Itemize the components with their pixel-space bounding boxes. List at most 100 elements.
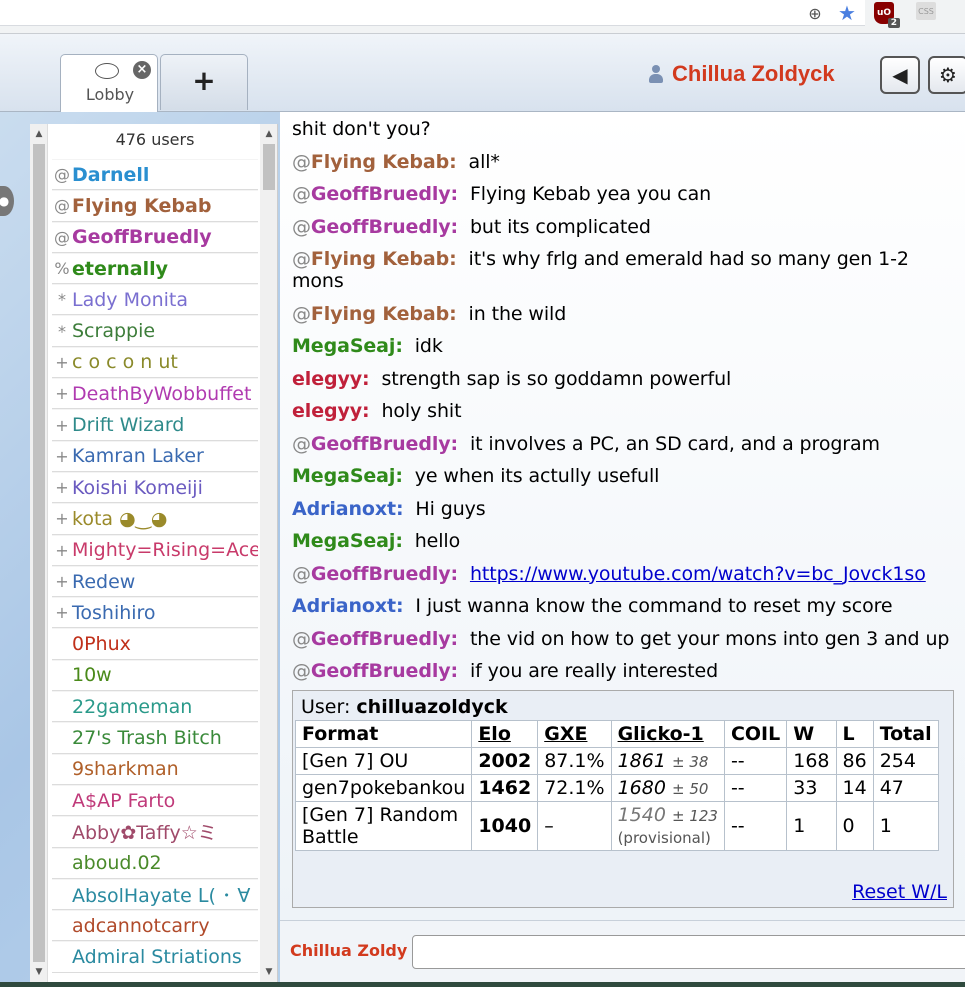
message-author[interactable]: elegyy: xyxy=(292,368,370,390)
address-bar[interactable] xyxy=(0,0,865,26)
user-name[interactable]: DeathByWobbuffet xyxy=(72,383,251,405)
user-list-item[interactable]: + Toshihiro xyxy=(52,597,258,629)
author-name[interactable]: Adrianoxt: xyxy=(292,498,404,520)
close-icon[interactable]: × xyxy=(133,61,151,79)
user-list-item[interactable]: 0Phux xyxy=(52,628,258,660)
user-list-item[interactable]: + Kamran Laker xyxy=(52,440,258,472)
ublock-extension-icon[interactable]: uO 2 xyxy=(874,2,900,28)
message-author[interactable]: Adrianoxt: xyxy=(292,595,404,617)
user-name[interactable]: eternally xyxy=(72,258,168,280)
user-list-item[interactable]: @ Darnell xyxy=(52,159,258,191)
message-author[interactable]: @Flying Kebab: xyxy=(292,248,457,270)
user-name[interactable]: 10w xyxy=(72,664,112,686)
user-name[interactable]: kota ◕‿◕ xyxy=(72,508,168,530)
css-extension-icon[interactable]: CSS xyxy=(916,2,936,20)
user-name[interactable]: A$AP Farto xyxy=(72,790,175,812)
user-list-item[interactable]: Admiral Striations xyxy=(52,941,258,973)
scroll-thumb[interactable] xyxy=(33,144,45,962)
bookmark-star-icon[interactable]: ★ xyxy=(836,1,858,25)
user-name[interactable]: aboud.02 xyxy=(72,852,162,874)
author-name[interactable]: MegaSeaj: xyxy=(292,335,403,357)
message-author[interactable]: MegaSeaj: xyxy=(292,465,403,487)
message-author[interactable]: @Flying Kebab: xyxy=(292,303,457,325)
author-name[interactable]: MegaSeaj: xyxy=(292,530,403,552)
user-list-item[interactable]: 10w xyxy=(52,659,258,692)
user-name[interactable]: 27's Trash Bitch xyxy=(72,727,222,749)
user-list-item[interactable]: Abby✿Taffy☆ミ xyxy=(52,816,258,848)
user-name[interactable]: Admiral Striations xyxy=(72,946,242,968)
user-list-item[interactable]: + Redew xyxy=(52,565,258,598)
user-list-item[interactable]: AbsolHayate ᒪ( ･ ∀ xyxy=(52,878,258,911)
author-name[interactable]: elegyy: xyxy=(292,400,370,422)
user-list-item[interactable]: aboud.02 xyxy=(52,847,258,879)
user-list-item[interactable]: 27's Trash Bitch xyxy=(52,722,258,754)
userlist-scrollbar[interactable]: ▲ ▼ xyxy=(260,124,277,982)
scroll-up-icon[interactable]: ▲ xyxy=(260,126,277,142)
collapse-handle-icon[interactable]: ● xyxy=(0,186,14,216)
author-name[interactable]: Adrianoxt: xyxy=(292,595,404,617)
author-name[interactable]: GeoffBruedly: xyxy=(311,628,458,650)
user-name[interactable]: GeoffBruedly xyxy=(72,226,212,248)
user-name[interactable]: Scrappie xyxy=(72,320,155,342)
settings-button[interactable]: ⚙ xyxy=(928,56,965,94)
message-author[interactable]: @GeoffBruedly: xyxy=(292,660,458,682)
message-author[interactable]: @GeoffBruedly: xyxy=(292,183,458,205)
username[interactable]: Chillua Zoldyck xyxy=(672,61,835,87)
user-list-item[interactable]: + DeathByWobbuffet xyxy=(52,378,258,410)
user-list-item[interactable]: % eternally xyxy=(52,252,258,285)
new-tab-button[interactable]: + xyxy=(160,54,248,110)
message-author[interactable]: @GeoffBruedly: xyxy=(292,216,458,238)
user-name[interactable]: Koishi Komeiji xyxy=(72,477,203,499)
user-name[interactable]: AbsolHayate ᒪ( ･ ∀ xyxy=(72,881,250,908)
user-name[interactable]: Flying Kebab xyxy=(72,195,211,217)
author-name[interactable]: elegyy: xyxy=(292,368,370,390)
zoom-icon[interactable]: ⊕ xyxy=(804,2,826,24)
author-name[interactable]: Flying Kebab: xyxy=(311,151,457,173)
user-name[interactable]: adcannotcarry xyxy=(72,915,210,937)
user-name[interactable]: Drift Wizard xyxy=(72,414,184,436)
user-list-item[interactable]: + Mighty=Rising=Ace xyxy=(52,534,258,566)
user-list-item[interactable]: @ GeoffBruedly xyxy=(52,221,258,253)
message-author[interactable]: @GeoffBruedly: xyxy=(292,563,458,585)
author-name[interactable]: GeoffBruedly: xyxy=(311,660,458,682)
user-name[interactable]: 0Phux xyxy=(72,633,131,655)
user-list-item[interactable]: 9sharkman xyxy=(52,753,258,785)
message-author[interactable]: MegaSeaj: xyxy=(292,335,403,357)
author-name[interactable]: GeoffBruedly: xyxy=(311,563,458,585)
user-name[interactable]: Abby✿Taffy☆ミ xyxy=(72,818,217,845)
author-name[interactable]: MegaSeaj: xyxy=(292,465,403,487)
message-author[interactable]: @Flying Kebab: xyxy=(292,151,457,173)
author-name[interactable]: Flying Kebab: xyxy=(311,248,457,270)
user-name[interactable]: Redew xyxy=(72,571,135,593)
message-author[interactable]: Adrianoxt: xyxy=(292,498,404,520)
user-name[interactable]: Lady Monita xyxy=(72,289,188,311)
user-list-item[interactable]: A$AP Farto xyxy=(52,784,258,817)
scroll-thumb[interactable] xyxy=(263,144,275,190)
message-author[interactable]: @GeoffBruedly: xyxy=(292,628,458,650)
user-name[interactable]: Mighty=Rising=Ace xyxy=(72,539,258,561)
author-name[interactable]: GeoffBruedly: xyxy=(311,183,458,205)
user-list-item[interactable]: + c o c o n ut xyxy=(52,346,258,379)
reset-wl-link[interactable]: Reset W/L xyxy=(852,881,947,903)
scroll-down-icon[interactable]: ▼ xyxy=(260,964,277,980)
user-name[interactable]: 9sharkman xyxy=(72,758,179,780)
scroll-up-icon[interactable]: ▲ xyxy=(30,126,48,142)
user-list-item[interactable]: * Lady Monita xyxy=(52,284,258,316)
user-list-item[interactable]: + kota ◕‿◕ xyxy=(52,503,258,535)
message-author[interactable]: elegyy: xyxy=(292,400,370,422)
scroll-down-icon[interactable]: ▼ xyxy=(30,964,48,980)
user-list-item[interactable]: 22gameman xyxy=(52,691,258,723)
user-list-item[interactable]: + Koishi Komeiji xyxy=(52,471,258,504)
sound-button[interactable]: ◀ xyxy=(880,56,920,94)
user-header[interactable]: Chillua Zoldyck xyxy=(648,56,835,92)
user-list-item[interactable]: * Scrappie xyxy=(52,315,258,347)
author-name[interactable]: Flying Kebab: xyxy=(311,303,457,325)
user-list-item[interactable]: @ Flying Kebab xyxy=(52,190,258,222)
user-name[interactable]: 22gameman xyxy=(72,696,192,718)
user-name[interactable]: Toshihiro xyxy=(72,602,156,624)
user-name[interactable]: c o c o n ut xyxy=(72,351,178,373)
message-link[interactable]: https://www.youtube.com/watch?v=bc_Jovck… xyxy=(470,563,926,585)
left-scrollbar[interactable]: ▲ ▼ xyxy=(30,124,48,982)
message-author[interactable]: @GeoffBruedly: xyxy=(292,433,458,455)
author-name[interactable]: GeoffBruedly: xyxy=(311,216,458,238)
